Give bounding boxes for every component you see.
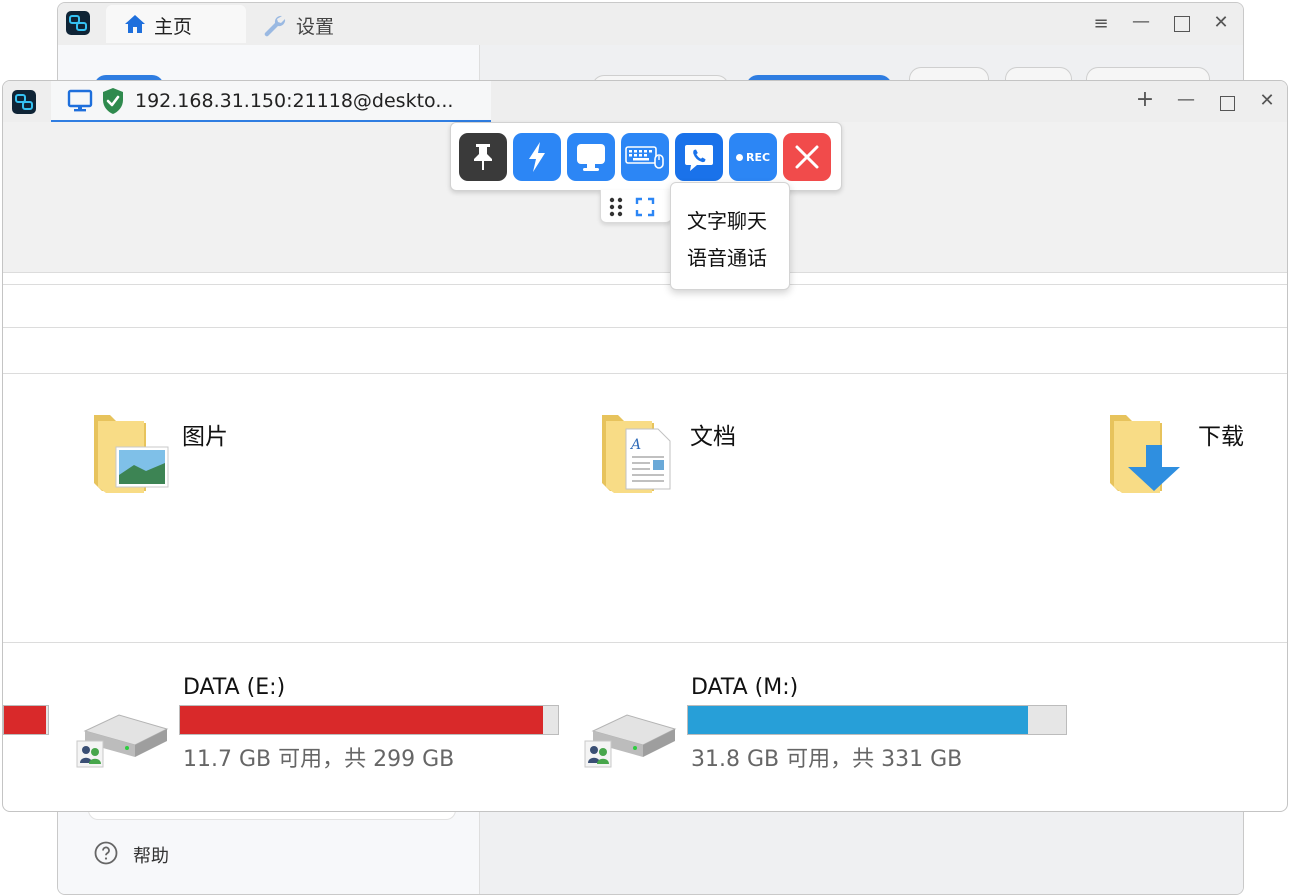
main-titlebar: 主页 设置 ≡ — ✕ xyxy=(58,3,1243,45)
keyboard-mouse-icon xyxy=(625,146,664,169)
chat-toolbar-button[interactable] xyxy=(675,133,723,181)
minimize-button[interactable]: — xyxy=(1174,91,1198,109)
menu-item-voice-call[interactable]: 语音通话 xyxy=(687,242,767,271)
divider xyxy=(3,642,1287,643)
maximize-button[interactable] xyxy=(1174,16,1190,32)
close-button[interactable]: ✕ xyxy=(1209,14,1233,32)
chat-phone-icon xyxy=(685,145,713,171)
drive-data-m[interactable]: DATA (M:) 31.8 GB 可用，共 331 GB xyxy=(581,671,1071,781)
close-button[interactable]: ✕ xyxy=(1255,92,1279,110)
close-session-toolbar-button[interactable] xyxy=(783,133,831,181)
menu-icon[interactable]: ≡ xyxy=(1089,15,1113,33)
documents-folder-icon: A xyxy=(596,411,680,499)
help-icon[interactable] xyxy=(94,841,118,869)
drive-usage-bar-partial xyxy=(3,705,49,735)
tab-settings-label: 设置 xyxy=(296,16,335,38)
record-label: REC xyxy=(745,150,771,164)
pin-toolbar-button[interactable] xyxy=(459,133,507,181)
drive-free-space: 31.8 GB 可用，共 331 GB xyxy=(691,747,963,772)
record-dot-icon xyxy=(735,153,743,161)
lightning-icon xyxy=(529,142,545,172)
close-icon xyxy=(795,145,819,169)
fullscreen-icon[interactable] xyxy=(635,197,655,221)
tab-home-label: 主页 xyxy=(154,16,193,38)
svg-text:A: A xyxy=(629,437,641,453)
network-drive-icon xyxy=(583,701,679,775)
new-tab-button[interactable]: + xyxy=(1133,89,1157,111)
drive-label: DATA (M:) xyxy=(691,675,799,700)
keyboard-toolbar-button[interactable] xyxy=(621,133,669,181)
chat-dropdown-menu: 文字聊天 语音通话 xyxy=(670,182,790,290)
tab-home[interactable]: 主页 xyxy=(106,5,246,43)
menu-item-text-chat[interactable]: 文字聊天 xyxy=(687,205,767,234)
drive-usage-fill xyxy=(688,706,1029,734)
drive-usage-bar xyxy=(687,705,1067,735)
remote-session-tab[interactable]: 192.168.31.150:21118@deskto... xyxy=(51,81,491,122)
shield-check-icon xyxy=(101,87,125,119)
divider xyxy=(3,373,1287,374)
network-drive-icon xyxy=(75,701,171,775)
downloads-folder-icon xyxy=(1104,411,1188,499)
monitor-icon xyxy=(67,89,93,117)
remote-toolbar: REC xyxy=(450,122,842,191)
app-logo-icon xyxy=(66,11,90,39)
display-icon xyxy=(577,144,605,171)
folder-label: 图片 xyxy=(182,424,228,450)
drive-free-space: 11.7 GB 可用，共 299 GB xyxy=(183,747,455,772)
home-icon xyxy=(124,13,146,39)
drive-data-e[interactable]: DATA (E:) 11.7 GB 可用，共 299 GB xyxy=(73,671,563,781)
toolbar-handle xyxy=(600,190,672,223)
divider xyxy=(3,272,1287,273)
drag-handle-icon[interactable] xyxy=(609,197,623,221)
pictures-folder-icon xyxy=(88,411,172,499)
action-toolbar-button[interactable] xyxy=(513,133,561,181)
tab-settings[interactable]: 设置 xyxy=(258,5,398,43)
drive-usage-fill xyxy=(4,706,46,734)
minimize-button[interactable]: — xyxy=(1129,13,1153,31)
help-label[interactable]: 帮助 xyxy=(133,842,169,868)
pin-icon xyxy=(474,144,492,170)
divider xyxy=(3,284,1287,285)
maximize-button[interactable] xyxy=(1220,96,1235,111)
folder-documents[interactable]: A 文档 xyxy=(596,411,896,501)
remote-session-title: 192.168.31.150:21118@deskto... xyxy=(135,90,454,112)
display-toolbar-button[interactable] xyxy=(567,133,615,181)
drive-usage-fill xyxy=(180,706,543,734)
wrench-icon xyxy=(262,13,288,43)
folder-downloads[interactable]: 下载 xyxy=(1104,411,1284,501)
folder-label: 下载 xyxy=(1198,424,1244,450)
folder-pictures[interactable]: 图片 xyxy=(88,411,388,501)
app-logo-icon xyxy=(12,90,36,118)
record-toolbar-button[interactable]: REC xyxy=(729,133,777,181)
drive-usage-bar xyxy=(179,705,559,735)
drive-label: DATA (E:) xyxy=(183,675,286,700)
folder-label: 文档 xyxy=(690,424,736,450)
remote-titlebar: 192.168.31.150:21118@deskto... + — ✕ xyxy=(3,81,1287,122)
divider xyxy=(3,327,1287,328)
